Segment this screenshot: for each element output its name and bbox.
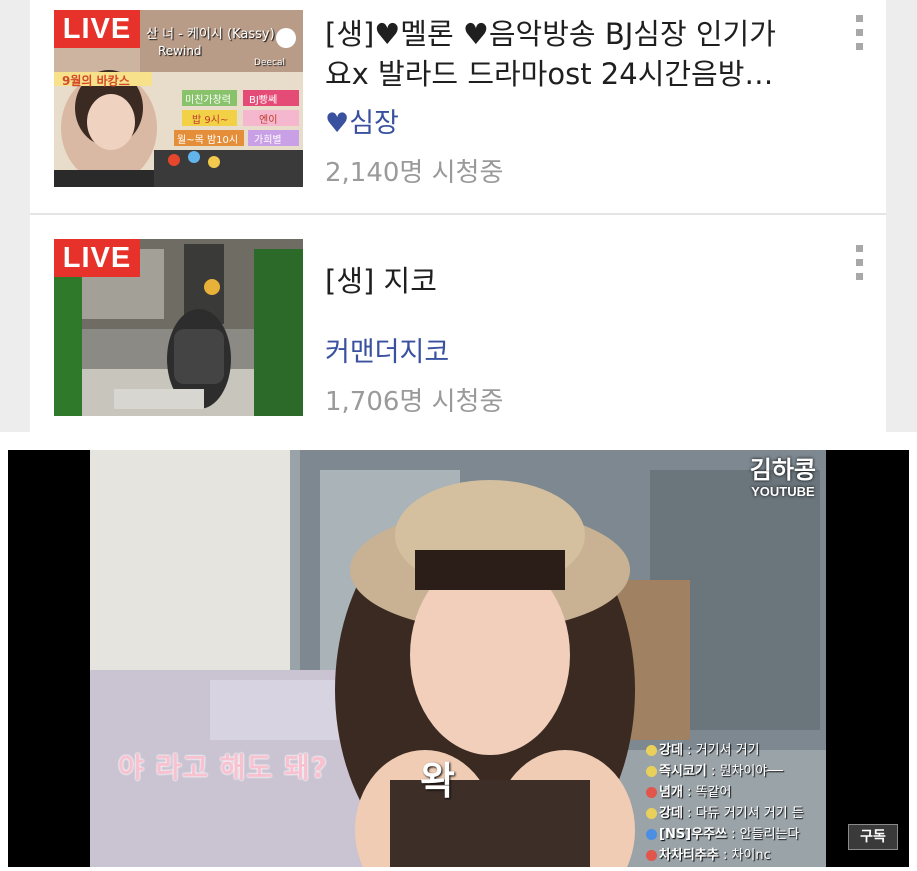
stream-title-line: 요x 발라드 드라마ost 24시간음방…: [325, 57, 774, 91]
thumbnail-tag: 밥 9시~: [192, 115, 229, 126]
more-options-icon[interactable]: [852, 15, 866, 55]
chat-message: 강데 : 다듀 거기서 거기 든: [646, 803, 826, 824]
chat-username: 강데: [659, 806, 683, 821]
subscribe-badge[interactable]: 구독: [848, 824, 898, 850]
user-icon: [646, 850, 657, 861]
stream-title-line: [생]♥멜론 ♥음악방송 BJ심장 인기가: [325, 17, 776, 51]
chat-message: 즉시코기 : 뭔차이야──: [646, 761, 826, 782]
watermark-subtitle: YOUTUBE: [751, 484, 815, 499]
more-options-icon[interactable]: [852, 245, 866, 285]
chat-username: 강데: [659, 743, 683, 758]
list-divider: [30, 213, 886, 215]
pink-caption: 야 라고 해도 돼?: [118, 751, 329, 784]
chat-text: : 똑같어: [687, 785, 732, 800]
user-icon: [646, 808, 657, 819]
stream-title[interactable]: [생]♥멜론 ♥음악방송 BJ심장 인기가 요x 발라드 드라마ost 24시간…: [325, 14, 835, 94]
thumbnail-tag: 엔이: [259, 115, 278, 126]
user-icon: [646, 745, 657, 756]
chat-message: [NS]우주쓰 : 안들리는다: [646, 824, 826, 845]
chat-text: : 안들리는다: [731, 827, 800, 842]
chat-username: 차차티추추: [659, 848, 719, 863]
chat-username: 즉시코기: [659, 764, 707, 779]
thumbnail-song-title: 산 너 - 케이시 (Kassy): [146, 27, 275, 42]
live-badge: LIVE: [54, 239, 140, 277]
chat-message: 강데 : 거기서 거기: [646, 740, 826, 761]
viewer-count: 2,140명 시청중: [325, 158, 504, 188]
white-caption: 왁: [420, 759, 455, 803]
chat-message: 념개 : 똑같어: [646, 782, 826, 803]
thumbnail-left-text: 9월의 바캉스: [62, 74, 130, 88]
chat-message: 차차티추추 : 차이nc: [646, 845, 826, 866]
stream-title-line: [생] 지코: [325, 264, 437, 298]
chat-text: : 차이nc: [722, 848, 771, 863]
user-icon: [646, 829, 657, 840]
live-list-item[interactable]: 산 너 - 케이시 (Kassy) Rewind Deecal 9월의 바캉스 …: [30, 0, 886, 210]
live-list: 산 너 - 케이시 (Kassy) Rewind Deecal 9월의 바캉스 …: [30, 0, 886, 432]
thumbnail-tag: 월~목 밤10시: [177, 135, 239, 146]
chat-username: [NS]우주쓰: [659, 827, 728, 842]
video-frame: 김하콩 YOUTUBE 야 라고 해도 돼? 왁 강데 : 거기서 거기 즉시코…: [90, 450, 826, 867]
viewer-count: 1,706명 시청중: [325, 387, 504, 417]
stream-thumbnail[interactable]: LIVE: [54, 239, 303, 416]
chat-username: 념개: [659, 785, 683, 800]
thumbnail-brand: Deecal: [254, 58, 285, 68]
stream-title[interactable]: [생] 지코: [325, 261, 835, 301]
live-chat-overlay: 강데 : 거기서 거기 즉시코기 : 뭔차이야── 념개 : 똑같어 강데 : …: [646, 740, 826, 866]
thumbnail-song-subtitle: Rewind: [158, 44, 202, 58]
chat-text: : 다듀 거기서 거기 든: [687, 806, 804, 821]
chat-text: : 거기서 거기: [687, 743, 760, 758]
channel-watermark: 김하콩 YOUTUBE: [750, 456, 816, 500]
thumbnail-tag: 가희별: [254, 135, 282, 146]
thumbnail-tag: 미친가창력: [185, 95, 231, 106]
chat-text: : 뭔차이야──: [710, 764, 783, 779]
stream-thumbnail[interactable]: 산 너 - 케이시 (Kassy) Rewind Deecal 9월의 바캉스 …: [54, 10, 303, 187]
channel-name[interactable]: 커맨더지코: [325, 336, 449, 370]
video-player[interactable]: 김하콩 YOUTUBE 야 라고 해도 돼? 왁 강데 : 거기서 거기 즉시코…: [8, 450, 909, 867]
watermark-title: 김하콩: [749, 456, 816, 484]
live-badge: LIVE: [54, 10, 140, 48]
live-list-item[interactable]: LIVE [생] 지코 커맨더지코 1,706명 시청중: [30, 215, 886, 425]
thumbnail-tag: BJ빵쎄: [249, 95, 278, 106]
user-icon: [646, 787, 657, 798]
channel-name[interactable]: ♥심장: [325, 107, 399, 141]
user-icon: [646, 766, 657, 777]
